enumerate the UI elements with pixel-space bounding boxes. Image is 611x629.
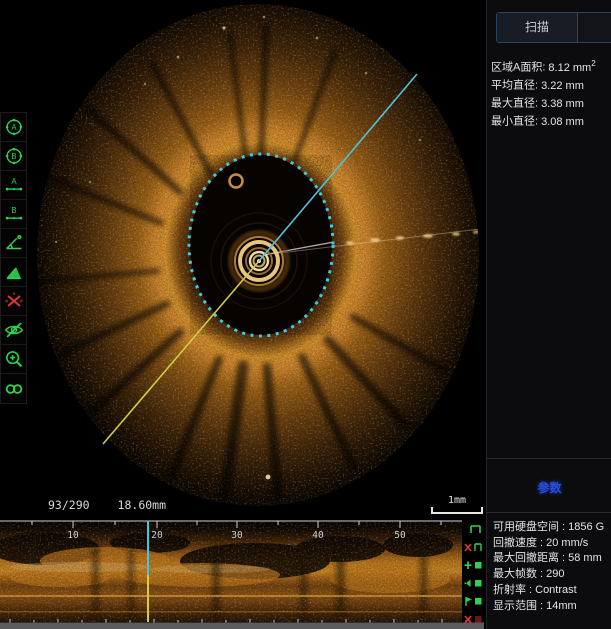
info-value: 290: [546, 568, 564, 580]
ruler-label: 50: [394, 530, 406, 541]
ruler-label: 10: [67, 530, 79, 541]
ellipse-a-tool[interactable]: A: [1, 113, 26, 142]
measurement-value: 3.22 mm: [541, 80, 584, 92]
longitudinal-marker-strip: [463, 519, 485, 623]
ellipse-b-tool[interactable]: B: [1, 142, 26, 171]
delete-measure-icon: [3, 289, 25, 313]
info-row: 回撤速度 :20 mm/s: [493, 536, 604, 552]
ruler-label: 30: [231, 530, 243, 541]
info-label: 最大帧数 :: [493, 568, 543, 580]
hide-measure-tool[interactable]: [1, 316, 26, 345]
svg-text:B: B: [11, 152, 16, 161]
measurement-label: 最大直径:: [491, 98, 538, 110]
timeline-scrollbar[interactable]: [0, 623, 484, 629]
panel-divider: [487, 458, 611, 459]
info-value: 14mm: [546, 600, 577, 612]
measurement-sup: 2: [591, 59, 595, 68]
tab-bar: 扫描 文: [496, 12, 611, 43]
info-value: Contrast: [535, 584, 577, 596]
audio-marker-icon[interactable]: [463, 576, 483, 591]
eye-slash-icon: [3, 318, 25, 342]
right-panel: 扫描 文 区域A面积:8.12 mm2 平均直径:3.22 mm 最大直径:3.…: [486, 0, 611, 629]
distance-a-tool[interactable]: A: [1, 171, 26, 200]
measurement-row: 最大直径:3.38 mm: [491, 93, 596, 111]
info-value: 20 mm/s: [546, 537, 588, 549]
zoom-in-icon: [3, 347, 25, 371]
angle-icon: [3, 231, 25, 255]
measurement-row: 最小直径:3.08 mm: [491, 111, 596, 129]
distance-b-icon: B: [3, 202, 25, 226]
info-row: 最大回撤距离 :58 mm: [493, 551, 604, 567]
measurement-value: 8.12 mm: [548, 62, 591, 74]
svg-text:A: A: [11, 177, 17, 186]
measurement-label: 平均直径:: [491, 80, 538, 92]
tab-scan-label: 扫描: [525, 20, 549, 34]
ruler-label: 40: [312, 530, 324, 541]
measure-toolbar: A B A B: [0, 112, 27, 404]
delete-marker-icon[interactable]: [463, 612, 483, 627]
info-label: 折射率 :: [493, 584, 532, 596]
infinity-link-icon: [3, 377, 25, 401]
panel-divider: [487, 512, 611, 513]
angle-fill-tool[interactable]: [1, 258, 26, 287]
tab-scan[interactable]: 扫描: [497, 13, 577, 42]
longitudinal-view[interactable]: 10 20 30 40 50: [0, 519, 484, 629]
range-bracket-icon[interactable]: [463, 522, 483, 537]
ellipse-b-icon: B: [3, 144, 25, 168]
tab-file[interactable]: 文: [577, 13, 611, 42]
frame-info: 93/290 18.60mm: [48, 498, 166, 512]
pullback-position: 18.60mm: [118, 498, 166, 512]
info-label: 可用硬盘空间 :: [493, 521, 565, 533]
svg-text:B: B: [11, 206, 16, 215]
info-row: 可用硬盘空间 :1856 G: [493, 520, 604, 536]
measurement-results: 区域A面积:8.12 mm2 平均直径:3.22 mm 最大直径:3.38 mm…: [491, 57, 596, 130]
system-info: 可用硬盘空间 :1856 G 回撤速度 :20 mm/s 最大回撤距离 :58 …: [493, 520, 604, 614]
info-label: 回撤速度 :: [493, 537, 543, 549]
info-value: 58 mm: [568, 552, 602, 564]
scale-bar: 1mm: [431, 496, 483, 514]
measurement-label: 最小直径:: [491, 116, 538, 128]
info-row: 最大帧数 :290: [493, 567, 604, 583]
oct-console: 93/290 18.60mm 1mm A B A: [0, 0, 611, 629]
measurement-value: 3.08 mm: [541, 116, 584, 128]
angle-fill-icon: [3, 260, 25, 284]
clear-range-icon[interactable]: [463, 540, 483, 555]
scale-bar-bracket: [431, 507, 483, 514]
flag-marker-icon[interactable]: [463, 594, 483, 609]
delete-measure-tool[interactable]: [1, 287, 26, 316]
measurement-label: 区域A面积:: [491, 62, 545, 74]
distance-b-tool[interactable]: B: [1, 200, 26, 229]
ellipse-a-icon: A: [3, 115, 25, 139]
measurement-value: 3.38 mm: [541, 98, 584, 110]
angle-tool[interactable]: [1, 229, 26, 258]
measurement-row: 平均直径:3.22 mm: [491, 75, 596, 93]
distance-a-icon: A: [3, 173, 25, 197]
measurement-row: 区域A面积:8.12 mm2: [491, 57, 596, 75]
info-row: 折射率 :Contrast: [493, 583, 604, 599]
link-tool[interactable]: [1, 374, 26, 403]
info-label: 显示范围 :: [493, 600, 543, 612]
zoom-in-tool[interactable]: [1, 345, 26, 374]
ruler-label: 20: [151, 530, 163, 541]
info-label: 最大回撤距离 :: [493, 552, 565, 564]
oct-cross-section-image[interactable]: [28, 0, 484, 519]
info-value: 1856 G: [568, 521, 604, 533]
svg-text:A: A: [11, 123, 17, 132]
info-row: 显示范围 :14mm: [493, 599, 604, 615]
params-button[interactable]: 参数: [487, 479, 611, 496]
scale-bar-label: 1mm: [431, 496, 483, 506]
frame-counter: 93/290: [48, 498, 90, 512]
add-bookmark-icon[interactable]: [463, 558, 483, 573]
